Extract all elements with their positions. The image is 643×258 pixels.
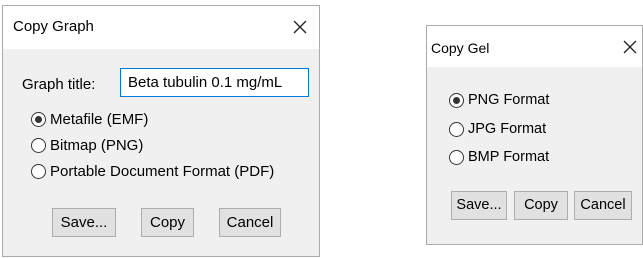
close-button[interactable] <box>291 18 309 36</box>
close-icon <box>291 18 309 36</box>
radio-label: Metafile (EMF) <box>50 111 149 128</box>
radio-label: BMP Format <box>468 149 550 165</box>
cancel-button[interactable]: Cancel <box>574 191 632 220</box>
radio-button[interactable] <box>449 121 464 137</box>
radio-button[interactable] <box>31 164 46 179</box>
copy-gel-dialog: Copy Gel PNG Format JPG Format BMP Forma… <box>426 25 643 245</box>
radio-button-checked[interactable] <box>31 112 46 127</box>
title-bar[interactable]: Copy Gel <box>427 26 642 67</box>
dialog-title: Copy Gel <box>431 40 490 56</box>
graph-title-label: Graph title: <box>22 76 96 93</box>
dialog-title: Copy Graph <box>13 18 94 35</box>
radio-jpg-format[interactable]: JPG Format <box>449 121 546 137</box>
save-button[interactable]: Save... <box>451 191 507 220</box>
radio-pdf[interactable]: Portable Document Format (PDF) <box>31 163 274 180</box>
radio-png-format[interactable]: PNG Format <box>449 92 549 108</box>
radio-button-checked[interactable] <box>449 92 464 108</box>
radio-label: PNG Format <box>468 92 550 108</box>
close-icon <box>621 38 639 56</box>
copy-button[interactable]: Copy <box>514 191 568 220</box>
radio-bitmap-png[interactable]: Bitmap (PNG) <box>31 137 143 154</box>
radio-bmp-format[interactable]: BMP Format <box>449 149 549 165</box>
radio-label: JPG Format <box>468 121 547 137</box>
radio-label: Bitmap (PNG) <box>50 137 144 154</box>
graph-title-input[interactable]: Beta tubulin 0.1 mg/mL <box>120 68 309 97</box>
radio-button[interactable] <box>449 149 464 165</box>
radio-button[interactable] <box>31 138 46 153</box>
title-bar[interactable]: Copy Graph <box>3 6 319 49</box>
copy-graph-dialog: Copy Graph Graph title: Beta tubulin 0.1… <box>2 5 320 257</box>
radio-label: Portable Document Format (PDF) <box>50 163 275 180</box>
radio-metafile-emf[interactable]: Metafile (EMF) <box>31 111 148 128</box>
save-button[interactable]: Save... <box>52 208 116 237</box>
cancel-button[interactable]: Cancel <box>219 208 281 237</box>
copy-button[interactable]: Copy <box>141 208 194 237</box>
close-button[interactable] <box>621 38 639 56</box>
